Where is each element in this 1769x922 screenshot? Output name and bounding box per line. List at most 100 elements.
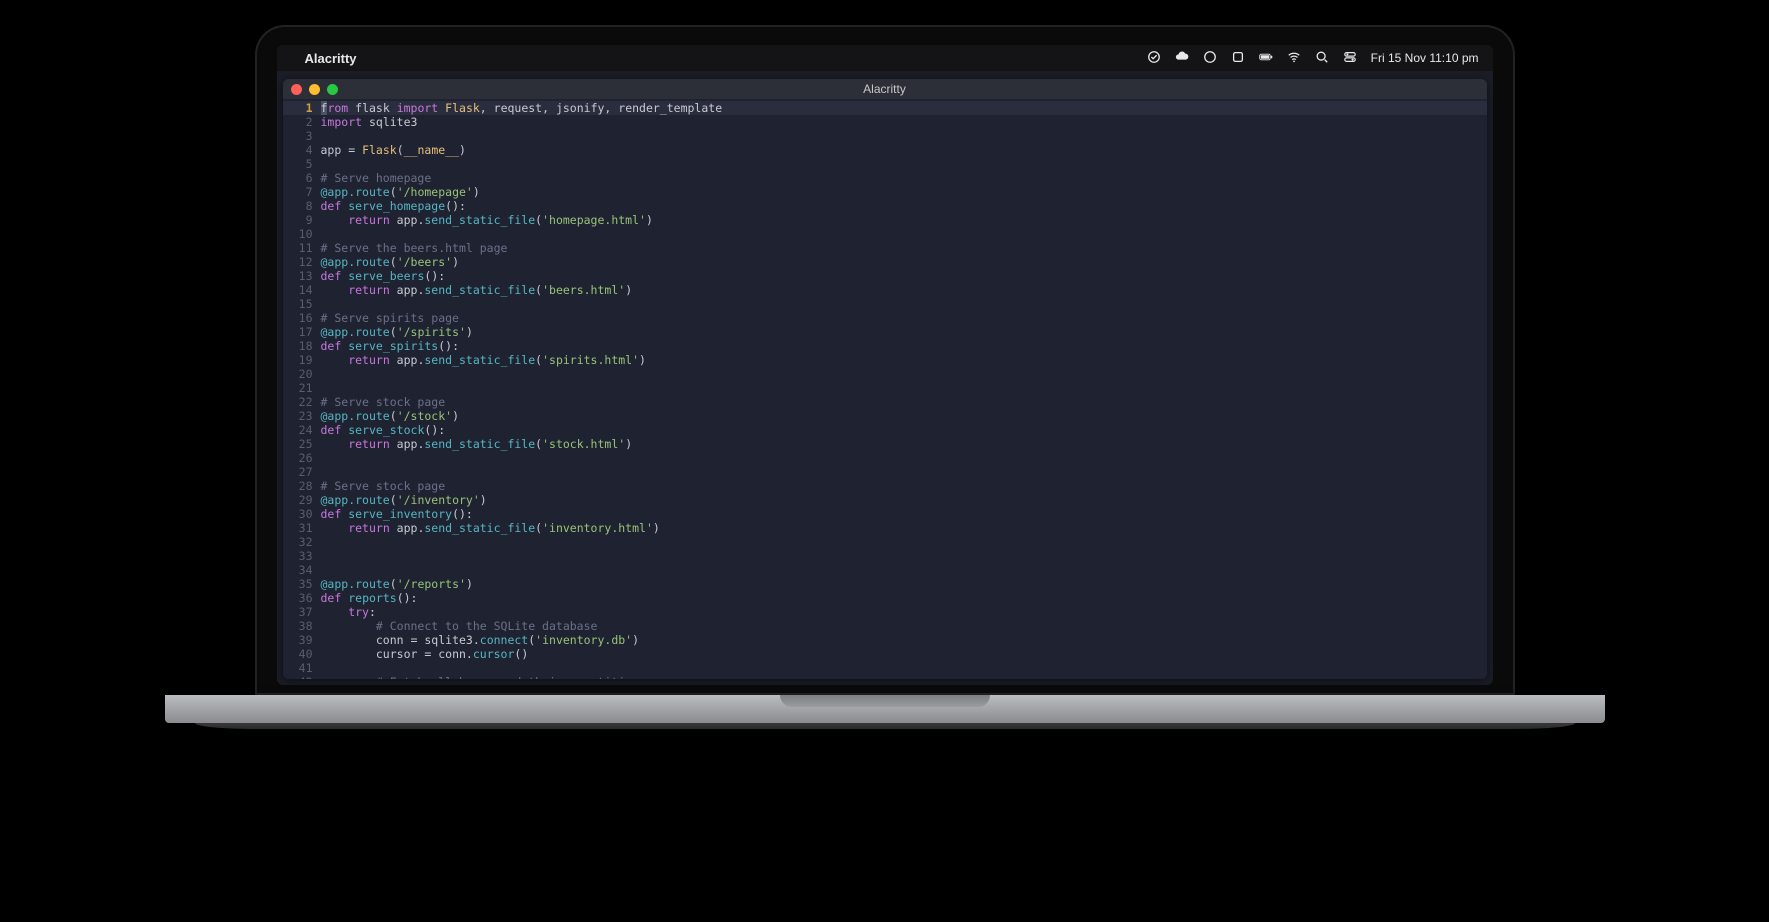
line-number: 3 <box>283 129 321 143</box>
code-line[interactable]: 39 conn = sqlite3.connect('inventory.db'… <box>283 633 1487 647</box>
wifi-icon[interactable] <box>1287 50 1301 67</box>
code-content: def reports(): <box>321 591 1487 605</box>
code-line[interactable]: 16# Serve spirits page <box>283 311 1487 325</box>
code-line[interactable]: 29@app.route('/inventory') <box>283 493 1487 507</box>
code-content: conn = sqlite3.connect('inventory.db') <box>321 633 1487 647</box>
code-line[interactable]: 1from flask import Flask, request, jsoni… <box>283 101 1487 115</box>
code-line[interactable]: 24def serve_stock(): <box>283 423 1487 437</box>
line-number: 23 <box>283 409 321 423</box>
code-line[interactable]: 12@app.route('/beers') <box>283 255 1487 269</box>
window-titlebar[interactable]: Alacritty <box>283 79 1487 99</box>
code-line[interactable]: 7@app.route('/homepage') <box>283 185 1487 199</box>
code-line[interactable]: 28# Serve stock page <box>283 479 1487 493</box>
code-content: app = Flask(__name__) <box>321 143 1487 157</box>
code-content <box>321 535 1487 549</box>
code-line[interactable]: 5 <box>283 157 1487 171</box>
code-content: # Serve spirits page <box>321 311 1487 325</box>
menubar-datetime[interactable]: Fri 15 Nov 11:10 pm <box>1371 51 1479 65</box>
menu-extra-icon[interactable] <box>1147 50 1161 67</box>
line-number: 12 <box>283 255 321 269</box>
line-number: 13 <box>283 269 321 283</box>
code-content: def serve_beers(): <box>321 269 1487 283</box>
line-number: 18 <box>283 339 321 353</box>
code-line[interactable]: 11# Serve the beers.html page <box>283 241 1487 255</box>
line-number: 6 <box>283 171 321 185</box>
line-number: 10 <box>283 227 321 241</box>
line-number: 22 <box>283 395 321 409</box>
code-line[interactable]: 36def reports(): <box>283 591 1487 605</box>
app2-icon[interactable] <box>1231 50 1245 67</box>
code-content <box>321 297 1487 311</box>
code-line[interactable]: 40 cursor = conn.cursor() <box>283 647 1487 661</box>
code-line[interactable]: 41 <box>283 661 1487 675</box>
code-line[interactable]: 8def serve_homepage(): <box>283 199 1487 213</box>
laptop-bezel: Alacritty Fri 15 Nov 11:10 pm <box>255 25 1515 695</box>
line-number: 15 <box>283 297 321 311</box>
spotlight-search-icon[interactable] <box>1315 50 1329 67</box>
line-number: 40 <box>283 647 321 661</box>
line-number: 30 <box>283 507 321 521</box>
code-line[interactable]: 10 <box>283 227 1487 241</box>
code-line[interactable]: 15 <box>283 297 1487 311</box>
code-line[interactable]: 14 return app.send_static_file('beers.ht… <box>283 283 1487 297</box>
code-line[interactable]: 18def serve_spirits(): <box>283 339 1487 353</box>
control-center-icon[interactable] <box>1343 50 1357 67</box>
code-line[interactable]: 21 <box>283 381 1487 395</box>
minimize-window-button[interactable] <box>309 84 320 95</box>
code-line[interactable]: 2import sqlite3 <box>283 115 1487 129</box>
code-line[interactable]: 13def serve_beers(): <box>283 269 1487 283</box>
code-content <box>321 549 1487 563</box>
code-line[interactable]: 23@app.route('/stock') <box>283 409 1487 423</box>
code-line[interactable]: 4app = Flask(__name__) <box>283 143 1487 157</box>
line-number: 29 <box>283 493 321 507</box>
code-line[interactable]: 19 return app.send_static_file('spirits.… <box>283 353 1487 367</box>
laptop-notch <box>780 695 990 707</box>
app-icon[interactable] <box>1203 50 1217 67</box>
line-number: 41 <box>283 661 321 675</box>
code-line[interactable]: 34 <box>283 563 1487 577</box>
code-line[interactable]: 3 <box>283 129 1487 143</box>
line-number: 35 <box>283 577 321 591</box>
line-number: 33 <box>283 549 321 563</box>
code-content <box>321 563 1487 577</box>
close-window-button[interactable] <box>291 84 302 95</box>
code-line[interactable]: 22# Serve stock page <box>283 395 1487 409</box>
code-line[interactable]: 9 return app.send_static_file('homepage.… <box>283 213 1487 227</box>
code-line[interactable]: 33 <box>283 549 1487 563</box>
line-number: 20 <box>283 367 321 381</box>
maximize-window-button[interactable] <box>327 84 338 95</box>
code-line[interactable]: 38 # Connect to the SQLite database <box>283 619 1487 633</box>
battery-icon[interactable] <box>1259 50 1273 67</box>
line-number: 17 <box>283 325 321 339</box>
code-line[interactable]: 31 return app.send_static_file('inventor… <box>283 521 1487 535</box>
code-line[interactable]: 42 # Fetch all beers and their quantitie… <box>283 675 1487 679</box>
line-number: 19 <box>283 353 321 367</box>
code-line[interactable]: 26 <box>283 451 1487 465</box>
code-content <box>321 451 1487 465</box>
code-line[interactable]: 30def serve_inventory(): <box>283 507 1487 521</box>
code-line[interactable]: 37 try: <box>283 605 1487 619</box>
cloud-icon[interactable] <box>1175 50 1189 67</box>
line-number: 37 <box>283 605 321 619</box>
code-content: # Fetch all beers and their quantities <box>321 675 1487 679</box>
code-line[interactable]: 6# Serve homepage <box>283 171 1487 185</box>
code-editor[interactable]: 1from flask import Flask, request, jsoni… <box>283 99 1487 679</box>
menubar-app-name[interactable]: Alacritty <box>305 51 357 66</box>
code-content: # Serve stock page <box>321 395 1487 409</box>
code-line[interactable]: 35@app.route('/reports') <box>283 577 1487 591</box>
code-line[interactable]: 25 return app.send_static_file('stock.ht… <box>283 437 1487 451</box>
code-line[interactable]: 27 <box>283 465 1487 479</box>
code-content: @app.route('/beers') <box>321 255 1487 269</box>
line-number: 26 <box>283 451 321 465</box>
line-number: 1 <box>283 101 321 115</box>
code-content: # Serve stock page <box>321 479 1487 493</box>
code-line[interactable]: 20 <box>283 367 1487 381</box>
code-content <box>321 157 1487 171</box>
line-number: 42 <box>283 675 321 679</box>
laptop-screen: Alacritty Fri 15 Nov 11:10 pm <box>277 45 1493 685</box>
code-content: return app.send_static_file('homepage.ht… <box>321 213 1487 227</box>
line-number: 14 <box>283 283 321 297</box>
code-line[interactable]: 17@app.route('/spirits') <box>283 325 1487 339</box>
code-content <box>321 129 1487 143</box>
code-line[interactable]: 32 <box>283 535 1487 549</box>
